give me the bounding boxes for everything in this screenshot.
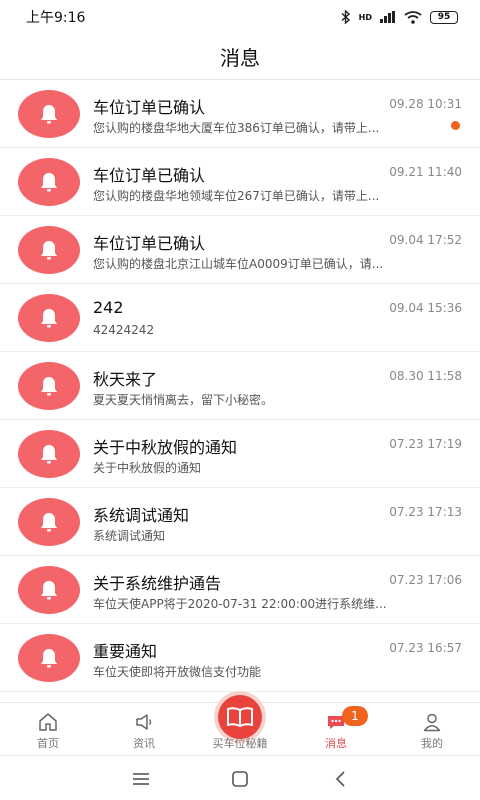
bell-icon — [18, 90, 80, 138]
status-time: 上午9:16 — [26, 10, 86, 26]
tab-news-label: 资讯 — [133, 737, 155, 750]
home-square-icon[interactable] — [229, 768, 251, 790]
message-time: 07.23 17:06 — [389, 573, 462, 587]
tab-home[interactable]: 首页 — [0, 703, 96, 756]
bell-icon — [18, 294, 80, 342]
user-icon — [423, 713, 441, 732]
message-preview: 夏天夏天悄悄离去，留下小秘密。 — [93, 393, 274, 407]
message-preview: 关于中秋放假的通知 — [93, 461, 202, 475]
message-item[interactable]: 车位订单已确认 09.21 11:40 您认购的楼盘华地领域车位267订单已确认… — [0, 148, 480, 216]
message-item[interactable]: 关于系统维护通告 07.23 17:06 车位天使APP将于2020-07-31… — [0, 556, 480, 624]
message-preview: 车位天使即将开放微信支付功能 — [93, 665, 262, 679]
message-preview: 您认购的楼盘北京江山城车位A0009订单已确认，请... — [93, 257, 384, 271]
message-list[interactable]: 车位订单已确认 09.28 10:31 您认购的楼盘华地大厦车位386订单已确认… — [0, 80, 480, 702]
message-preview: 42424242 — [93, 323, 155, 337]
bell-icon — [18, 362, 80, 410]
message-preview: 系统调试通知 — [93, 529, 166, 543]
bell-icon — [18, 226, 80, 274]
center-guide-button[interactable] — [218, 695, 262, 739]
message-title: 车位订单已确认 — [93, 234, 206, 253]
message-time: 09.04 15:36 — [389, 301, 462, 315]
status-bar: 上午9:16 HD 95 — [0, 0, 480, 34]
message-item[interactable]: 秋天来了 08.30 11:58 夏天夏天悄悄离去，留下小秘密。 — [0, 352, 480, 420]
center-guide-label: 买车位秘籍 — [212, 737, 268, 750]
message-item[interactable]: 关于中秋放假的通知 07.23 17:19 关于中秋放假的通知 — [0, 420, 480, 488]
page-title: 消息 — [220, 46, 260, 70]
signal-icon — [380, 11, 395, 23]
network-type: HD — [358, 12, 372, 22]
message-title: 车位订单已确认 — [93, 98, 206, 117]
tab-messages-label: 消息 — [325, 737, 347, 750]
message-item[interactable]: 重要通知 07.23 16:57 车位天使即将开放微信支付功能 — [0, 624, 480, 692]
message-item[interactable]: 车位订单已确认 09.28 10:31 您认购的楼盘华地大厦车位386订单已确认… — [0, 80, 480, 148]
speaker-icon — [136, 714, 152, 730]
message-preview: 车位天使APP将于2020-07-31 22:00:00进行系统维... — [93, 597, 387, 611]
message-time: 09.21 11:40 — [389, 165, 462, 179]
wifi-icon — [404, 10, 422, 24]
message-time: 07.23 17:19 — [389, 437, 462, 451]
message-time: 09.28 10:31 — [389, 97, 462, 111]
tab-mine-label: 我的 — [421, 737, 443, 750]
bell-icon — [18, 430, 80, 478]
home-icon — [39, 713, 57, 731]
tab-mine[interactable]: 我的 — [384, 703, 480, 756]
tab-news[interactable]: 资讯 — [96, 703, 192, 756]
bell-icon — [18, 634, 80, 682]
message-title: 秋天来了 — [93, 370, 158, 389]
battery-icon: 95 — [430, 10, 458, 24]
message-item[interactable]: 系统调试通知 07.23 17:13 系统调试通知 — [0, 488, 480, 556]
message-item[interactable]: 车位订单已确认 09.04 17:52 您认购的楼盘北京江山城车位A0009订单… — [0, 216, 480, 284]
system-nav-bar — [0, 755, 480, 800]
message-title: 系统调试通知 — [93, 506, 190, 525]
menu-icon[interactable] — [130, 768, 152, 790]
bell-icon — [18, 566, 80, 614]
message-time: 07.23 17:13 — [389, 505, 462, 519]
status-icons: HD 95 — [341, 10, 458, 24]
bell-icon — [18, 158, 80, 206]
tab-messages[interactable]: 1 消息 — [288, 703, 384, 756]
messages-badge: 1 — [342, 706, 368, 726]
message-title: 242 — [93, 298, 124, 317]
bluetooth-icon — [341, 10, 350, 24]
message-time: 07.23 16:57 — [389, 641, 462, 655]
unread-dot — [451, 121, 460, 130]
book-icon — [227, 707, 253, 727]
message-title: 关于系统维护通告 — [93, 574, 222, 593]
message-title: 重要通知 — [93, 642, 158, 661]
message-preview: 您认购的楼盘华地领域车位267订单已确认，请带上... — [93, 189, 380, 203]
message-title: 车位订单已确认 — [93, 166, 206, 185]
message-title: 关于中秋放假的通知 — [93, 438, 238, 457]
back-icon[interactable] — [330, 768, 352, 790]
message-time: 08.30 11:58 — [389, 369, 462, 383]
tab-home-label: 首页 — [37, 737, 59, 750]
message-time: 09.04 17:52 — [389, 233, 462, 247]
message-preview: 您认购的楼盘华地大厦车位386订单已确认，请带上... — [93, 121, 380, 135]
page-title-bar: 消息 — [0, 34, 480, 80]
bell-icon — [18, 498, 80, 546]
message-item[interactable]: 242 09.04 15:36 42424242 — [0, 284, 480, 352]
bottom-tab-bar: 首页 资讯 买车位秘籍 1 消息 我的 — [0, 695, 480, 756]
